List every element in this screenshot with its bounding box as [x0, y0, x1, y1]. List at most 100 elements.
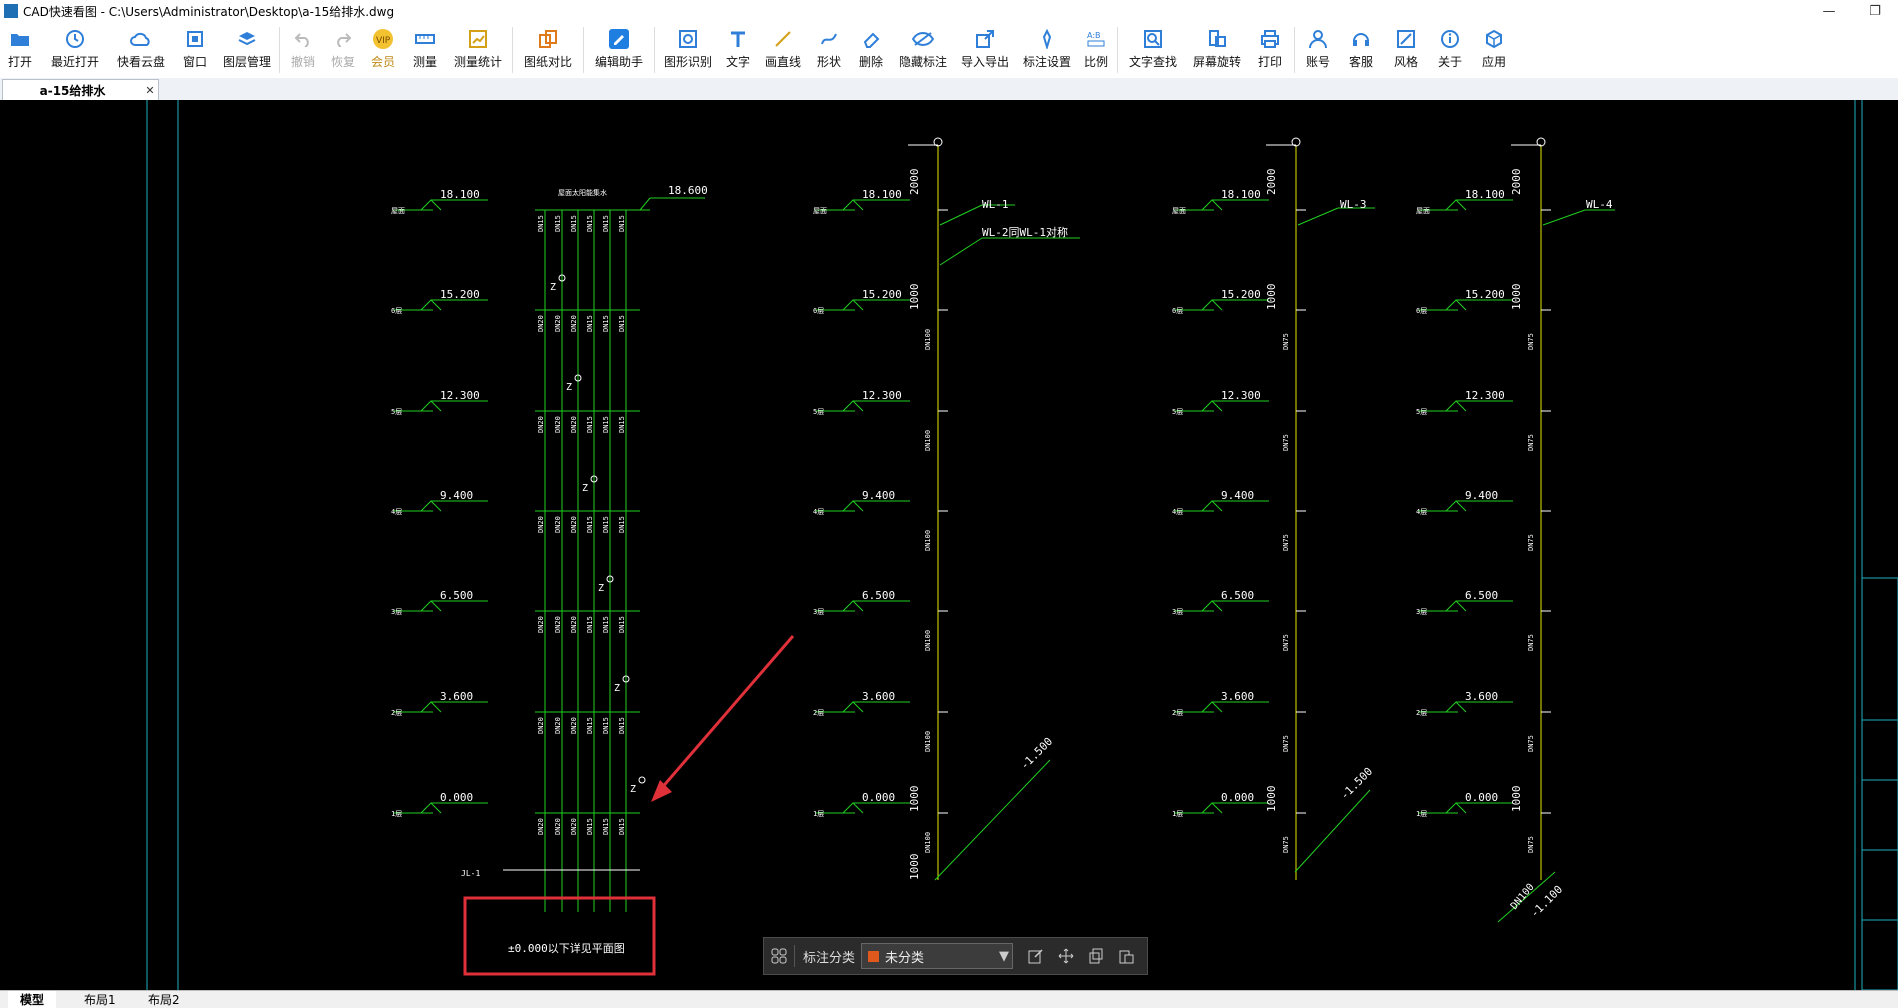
rotate-screen-button[interactable]: 屏幕旋转 — [1185, 22, 1249, 78]
account-button[interactable]: 账号 — [1298, 22, 1338, 78]
dimensions: 2000 1000 1000 1000 2000 1000 1000 2000 … — [908, 169, 1523, 881]
annotation-category-select[interactable]: 未分类 ▼ — [861, 943, 1014, 969]
document-tab[interactable]: a-15给排水 ✕ — [2, 79, 159, 101]
dn-label: DN100 — [924, 430, 932, 451]
separator — [583, 27, 584, 73]
dn-label: DN15 — [618, 616, 626, 633]
compare-button[interactable]: 图纸对比 — [516, 22, 580, 78]
move-icon[interactable] — [1051, 938, 1081, 974]
dn-label: DN15 — [618, 215, 626, 232]
window-icon — [184, 28, 206, 50]
dn-label: DN75 — [1282, 534, 1290, 551]
level-label: 3.600 — [1465, 690, 1498, 703]
floor-label: 1层 — [1416, 810, 1427, 818]
ruler-icon — [414, 28, 436, 50]
valve-symbol — [638, 776, 646, 784]
document-tab-bar: a-15给排水 ✕ — [0, 78, 1898, 101]
text-button[interactable]: 文字 — [718, 22, 758, 78]
level-label: 12.300 — [862, 389, 902, 402]
export-icon — [974, 28, 996, 50]
layout-tab-2[interactable]: 布局2 — [136, 991, 192, 1008]
floor-label: 3层 — [391, 608, 402, 616]
separator — [1294, 27, 1295, 73]
window-button[interactable]: 窗口 — [172, 22, 218, 78]
dim-label: 1000 — [1510, 786, 1523, 813]
copy-icon[interactable] — [1081, 938, 1111, 974]
hide-marks-button[interactable]: 隐藏标注 — [892, 22, 954, 78]
dn-label: DN15 — [602, 315, 610, 332]
level-label: 3.600 — [862, 690, 895, 703]
note-text: ±0.000以下详见平面图 — [508, 941, 625, 955]
measure-button[interactable]: 测量 — [403, 22, 447, 78]
slope-branches: -1.500 -1.500 DN100 -1.100 — [934, 735, 1565, 923]
slope-label: -1.500 — [1338, 765, 1375, 802]
dn-label: DN15 — [602, 818, 610, 835]
draw-line-button[interactable]: 画直线 — [758, 22, 808, 78]
layout-tab-bar: 模型 布局1 布局2 — [0, 990, 1898, 1008]
close-icon[interactable]: ✕ — [142, 84, 158, 97]
delete-button[interactable]: 删除 — [850, 22, 892, 78]
measure-stats-button[interactable]: 测量统计 — [447, 22, 509, 78]
arrow-head-icon — [651, 780, 672, 802]
scale-button[interactable]: A:B 比例 — [1078, 22, 1114, 78]
text-search-button[interactable]: 文字查找 — [1121, 22, 1185, 78]
window-title: CAD快速看图 - C:\Users\Administrator\Desktop… — [23, 4, 395, 19]
dim-label: 1000 — [908, 786, 921, 813]
dn-label: DN75 — [1282, 836, 1290, 853]
floor-label: 5层 — [1172, 408, 1183, 416]
restore-button[interactable]: ❐ — [1852, 0, 1898, 22]
shape-recog-button[interactable]: 图形识别 — [658, 22, 718, 78]
dn-label: DN20 — [570, 516, 578, 533]
apps-button[interactable]: 应用 — [1472, 22, 1516, 78]
paste-icon[interactable] — [1111, 938, 1141, 974]
selected-category: 未分类 — [885, 950, 925, 966]
edit-helper-icon — [608, 28, 630, 50]
level-marker — [420, 500, 442, 512]
svg-text:VIP: VIP — [376, 36, 391, 46]
rotate-icon — [1206, 28, 1228, 50]
separator — [1117, 27, 1118, 73]
print-button[interactable]: 打印 — [1249, 22, 1291, 78]
layers-button[interactable]: 图层管理 — [218, 22, 276, 78]
level-label: 18.100 — [440, 188, 480, 201]
dn-label: DN20 — [537, 616, 545, 633]
minimize-button[interactable]: — — [1806, 0, 1852, 22]
mark-settings-button[interactable]: 标注设置 — [1016, 22, 1078, 78]
edit-helper-button[interactable]: 编辑助手 — [587, 22, 651, 78]
floor-label: 5层 — [1416, 408, 1427, 416]
open-button[interactable]: 打开 — [0, 22, 40, 78]
layers-icon — [236, 28, 258, 50]
recent-button[interactable]: 最近打开 — [40, 22, 110, 78]
layout-tab-model[interactable]: 模型 — [8, 991, 57, 1008]
level-marker — [1445, 600, 1467, 612]
text-icon — [727, 28, 749, 50]
edit-icon[interactable] — [1021, 938, 1051, 974]
dn-label: DN15 — [586, 516, 594, 533]
layout-tab-1[interactable]: 布局1 — [72, 991, 128, 1008]
floor-label: 2层 — [1172, 709, 1183, 717]
chevron-down-icon: ▼ — [999, 948, 1010, 964]
level-marker — [1445, 199, 1467, 211]
level-label: 9.400 — [1221, 489, 1254, 502]
level-label: 6.500 — [440, 589, 473, 602]
dn-label: DN15 — [586, 616, 594, 633]
import-export-button[interactable]: 导入导出 — [954, 22, 1016, 78]
level-marker — [842, 299, 864, 311]
floor-label: 5层 — [391, 408, 402, 416]
service-button[interactable]: 客服 — [1338, 22, 1384, 78]
undo-button[interactable]: 撤销 — [283, 22, 323, 78]
drawing-canvas[interactable]: 18.100 屋面 15.200 6层 12.300 5层 9.400 4层 6.500 3层 3.… — [0, 100, 1898, 990]
grid-icon[interactable] — [764, 938, 794, 974]
shape-button[interactable]: 形状 — [808, 22, 850, 78]
mark-settings-icon — [1036, 28, 1058, 50]
about-button[interactable]: 关于 — [1428, 22, 1472, 78]
cloud-button[interactable]: 快看云盘 — [110, 22, 172, 78]
level-marker — [1201, 802, 1223, 814]
dn-label: DN15 — [586, 215, 594, 232]
vip-button[interactable]: VIP 会员 — [363, 22, 403, 78]
level-label: 18.100 — [862, 188, 902, 201]
redo-button[interactable]: 恢复 — [323, 22, 363, 78]
level-label: 6.500 — [1465, 589, 1498, 602]
style-button[interactable]: 风格 — [1384, 22, 1428, 78]
dn-label: DN100 — [924, 630, 932, 651]
